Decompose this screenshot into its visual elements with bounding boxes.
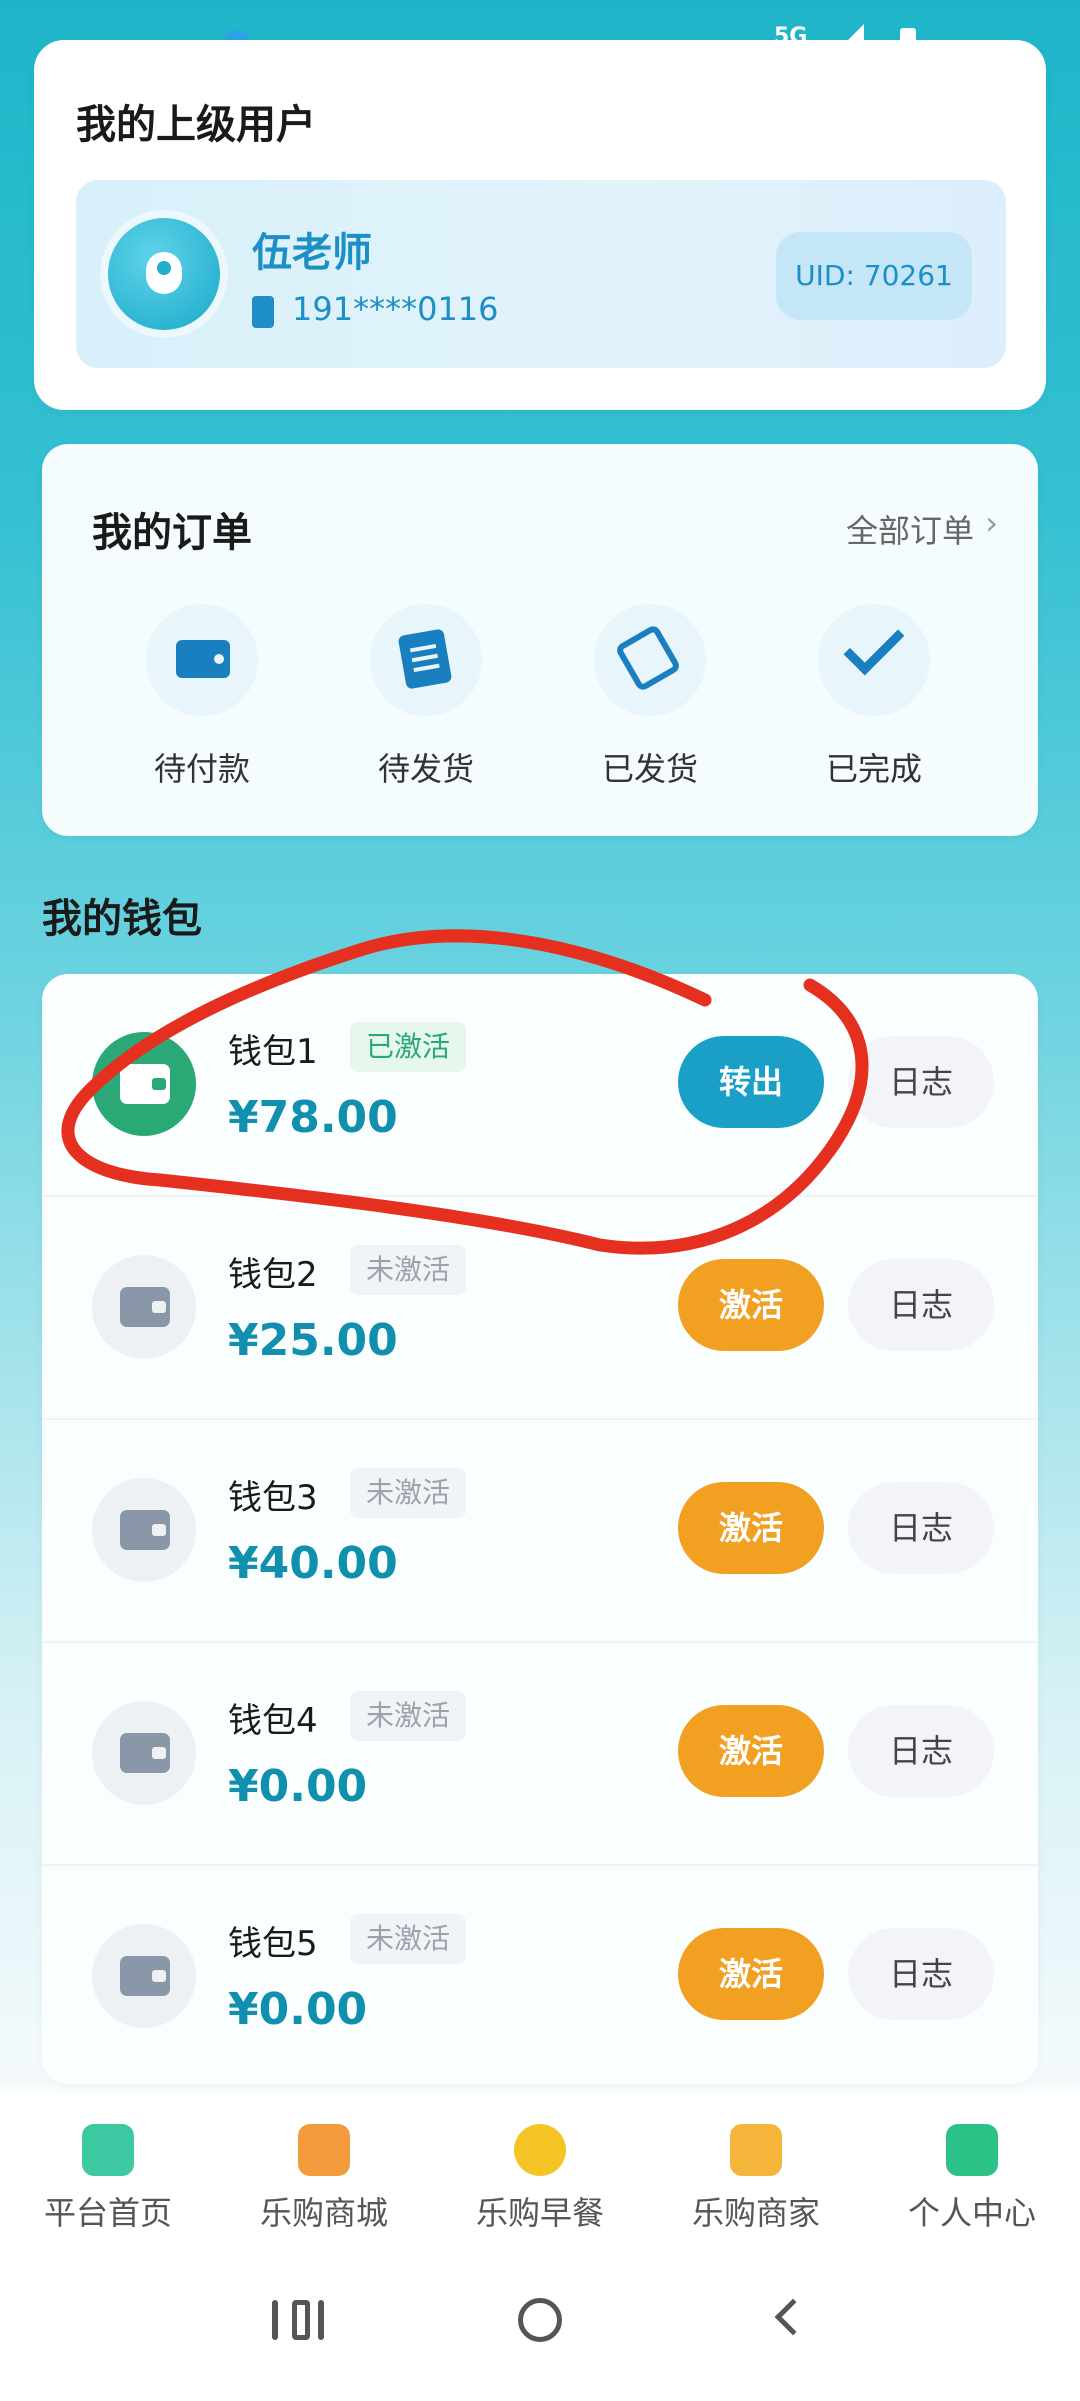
chevron-right-icon: ›	[985, 504, 998, 542]
order-label: 已完成	[825, 750, 922, 788]
orders-title: 我的订单	[92, 510, 252, 556]
tab-mall[interactable]: 乐购商城	[216, 2124, 432, 2244]
uid-badge: UID: 70261	[776, 232, 972, 320]
wallet-card: 钱包1 已激活 ¥78.00 转出 日志 钱包2 未激活 ¥25.00 激活 日…	[42, 974, 1038, 2084]
avatar	[108, 218, 220, 330]
log-button[interactable]: 日志	[848, 1259, 994, 1351]
phone-icon	[252, 296, 274, 328]
home-button[interactable]	[480, 2280, 600, 2360]
status-bar: ⇅ 5G	[0, 0, 1080, 62]
merchant-icon	[730, 2124, 782, 2176]
wallet-name: 钱包1	[228, 1032, 318, 1072]
wallet-status-badge: 已激活	[350, 1022, 467, 1072]
wallet-balance: ¥0.00	[228, 1984, 368, 2035]
activate-button[interactable]: 激活	[678, 1482, 824, 1574]
superior-user-info[interactable]: 伍老师 191****0116 UID: 70261	[76, 180, 1006, 368]
wallet-status-badge: 未激活	[350, 1914, 467, 1964]
wallet-icon	[176, 640, 230, 678]
order-label: 待发货	[377, 750, 474, 788]
recent-apps-button[interactable]	[232, 2280, 352, 2360]
bottom-tab-bar: 平台首页 乐购商城 乐购早餐 乐购商家 个人中心	[0, 2094, 1080, 2244]
wallet-name: 钱包2	[228, 1255, 318, 1295]
clipboard-icon	[397, 628, 453, 690]
order-label: 待付款	[153, 750, 250, 788]
tab-merchant[interactable]: 乐购商家	[648, 2124, 864, 2244]
wallet-icon	[92, 1032, 196, 1136]
tab-label: 平台首页	[43, 2194, 172, 2232]
home-icon	[82, 2124, 134, 2176]
superior-user-card: 我的上级用户 伍老师 191****0116 UID: 70261	[34, 40, 1046, 410]
wallet-balance: ¥0.00	[228, 1761, 368, 1812]
user-icon	[146, 252, 182, 294]
order-label: 已发货	[601, 750, 698, 788]
wallet-status-badge: 未激活	[350, 1468, 467, 1518]
wallet-icon	[92, 1924, 196, 2028]
wallet-row: 钱包5 未激活 ¥0.00 激活 日志	[42, 1866, 1038, 2084]
activate-button[interactable]: 激活	[678, 1705, 824, 1797]
wallet-balance: ¥40.00	[228, 1538, 398, 1589]
all-orders-link[interactable]: 全部订单	[846, 506, 974, 552]
wallet-status-badge: 未激活	[350, 1245, 467, 1295]
wallet-row: 钱包4 未激活 ¥0.00 激活 日志	[42, 1643, 1038, 1866]
superior-phone: 191****0116	[292, 290, 499, 328]
wallet-row: 钱包3 未激活 ¥40.00 激活 日志	[42, 1420, 1038, 1643]
log-button[interactable]: 日志	[848, 1036, 994, 1128]
profile-icon	[946, 2124, 998, 2176]
order-pending-payment[interactable]: 待付款	[102, 604, 302, 794]
ticket-icon	[614, 623, 682, 693]
tab-platform-home[interactable]: 平台首页	[0, 2124, 216, 2244]
transfer-out-button[interactable]: 转出	[678, 1036, 824, 1128]
wallet-icon	[92, 1255, 196, 1359]
wallet-icon	[92, 1701, 196, 1805]
wallet-balance: ¥25.00	[228, 1315, 398, 1366]
log-button[interactable]: 日志	[848, 1705, 994, 1797]
wallet-name: 钱包5	[228, 1924, 318, 1964]
activate-button[interactable]: 激活	[678, 1259, 824, 1351]
orders-card: 我的订单 全部订单 › 待付款 待发货 已发货 已完成	[42, 444, 1038, 836]
superior-title: 我的上级用户	[76, 102, 316, 148]
tab-label: 乐购早餐	[475, 2194, 604, 2232]
back-button[interactable]	[728, 2280, 848, 2360]
wallet-balance: ¥78.00	[228, 1092, 398, 1143]
tab-label: 乐购商家	[691, 2194, 820, 2232]
log-button[interactable]: 日志	[848, 1928, 994, 2020]
tab-label: 乐购商城	[259, 2194, 388, 2232]
tab-label: 个人中心	[907, 2194, 1036, 2232]
activate-button[interactable]: 激活	[678, 1928, 824, 2020]
order-completed[interactable]: 已完成	[774, 604, 974, 794]
log-button[interactable]: 日志	[848, 1482, 994, 1574]
order-shipped[interactable]: 已发货	[550, 604, 750, 794]
wallet-name: 钱包4	[228, 1701, 318, 1741]
wallet-status-badge: 未激活	[350, 1691, 467, 1741]
tab-profile[interactable]: 个人中心	[864, 2124, 1080, 2244]
wallet-heading: 我的钱包	[42, 896, 202, 942]
order-pending-shipment[interactable]: 待发货	[326, 604, 526, 794]
wallet-icon	[92, 1478, 196, 1582]
breakfast-icon	[514, 2124, 566, 2176]
mall-icon	[298, 2124, 350, 2176]
wallet-row: 钱包2 未激活 ¥25.00 激活 日志	[42, 1197, 1038, 1420]
wallet-row: 钱包1 已激活 ¥78.00 转出 日志	[42, 974, 1038, 1197]
superior-name: 伍老师	[252, 230, 372, 276]
wallet-name: 钱包3	[228, 1478, 318, 1518]
check-icon	[843, 614, 905, 676]
system-navigation-bar	[0, 2244, 1080, 2401]
tab-breakfast[interactable]: 乐购早餐	[432, 2124, 648, 2244]
